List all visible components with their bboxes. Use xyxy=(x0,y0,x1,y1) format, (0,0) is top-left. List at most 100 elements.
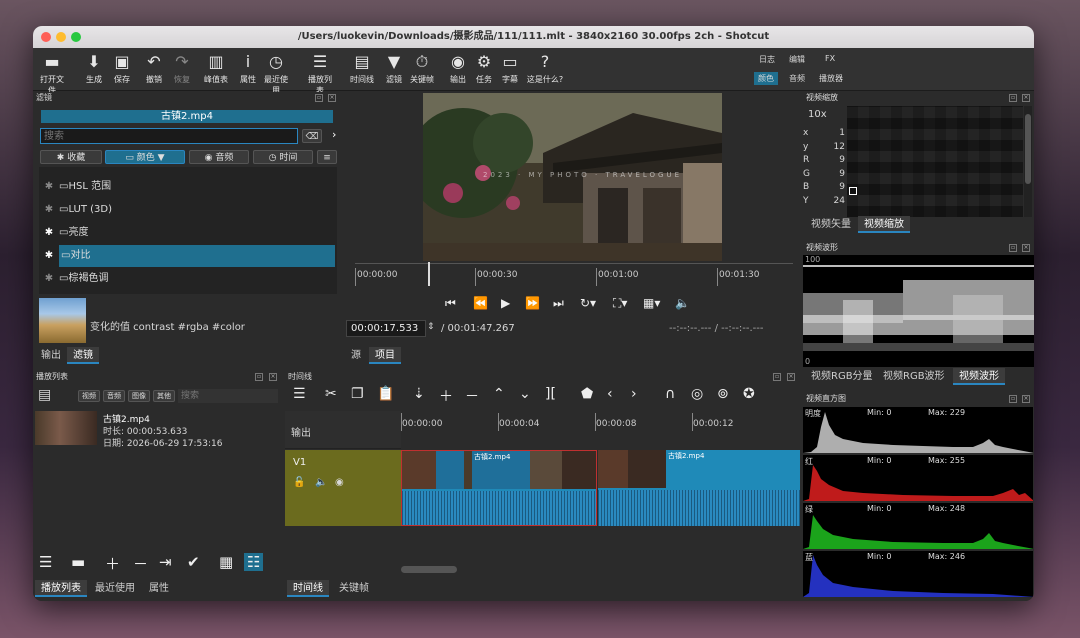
table-view-icon[interactable]: ▦ xyxy=(219,553,233,571)
tab-vectorscope[interactable]: 视频矢量 xyxy=(805,216,857,233)
filter-item-selected[interactable]: ✱ ▭对比 xyxy=(39,245,337,267)
filter-audio-button[interactable]: 音频 xyxy=(103,390,125,402)
tab-video-waveform[interactable]: 视频波形 xyxy=(953,368,1005,385)
rewind-icon[interactable]: ⏪ xyxy=(473,296,488,310)
timeline-clip-1[interactable]: 古镇2.mp4 xyxy=(401,450,597,526)
layout-fx[interactable]: FX xyxy=(825,54,835,63)
mute-icon[interactable]: 🔈 xyxy=(315,477,327,488)
player-timeline-ruler[interactable]: 00:00:00 00:00:30 00:01:00 00:01:30 xyxy=(355,262,793,289)
chevron-right-icon[interactable]: › xyxy=(332,128,336,141)
skip-next-icon[interactable]: ⏭ xyxy=(553,296,564,311)
grid-icon[interactable]: ▦▾ xyxy=(643,296,660,310)
layout-edit[interactable]: 编辑 xyxy=(789,54,805,65)
tab-output[interactable]: 输出 xyxy=(35,347,67,364)
clear-search-icon[interactable]: ⌫ xyxy=(302,129,322,143)
audio-tab[interactable]: ◉ 音频 xyxy=(189,150,249,164)
open-button[interactable]: ▬ 打开文件 xyxy=(37,52,67,96)
position-spinner-icon[interactable]: ⇕ xyxy=(427,322,435,332)
timeline-scrollbar[interactable] xyxy=(401,566,800,574)
props-button[interactable]: i 属性 xyxy=(233,52,263,85)
help-button[interactable]: ? 这是什么? xyxy=(523,52,567,85)
eye-icon[interactable]: ◉ xyxy=(335,477,344,488)
v1-track-header[interactable]: V1 🔓 🔈 ◉ xyxy=(285,450,401,526)
split-icon[interactable]: ][ xyxy=(545,386,556,402)
tab-rgb-waveform[interactable]: 视频RGB波形 xyxy=(877,368,951,385)
remove-icon[interactable]: － xyxy=(465,386,479,406)
open-folder-icon[interactable]: ▬ xyxy=(71,553,85,571)
filter-item[interactable]: ✱ ▭HSL 范围 xyxy=(39,176,337,198)
favorites-tab[interactable]: ✱ 收藏 xyxy=(40,150,102,164)
zoom-window-button[interactable] xyxy=(71,32,81,42)
next-marker-icon[interactable]: › xyxy=(631,386,637,402)
tab-video-zoom[interactable]: 视频缩放 xyxy=(858,216,910,233)
close-icon[interactable]: × xyxy=(1022,395,1030,403)
star-icon[interactable]: ✱ xyxy=(39,268,59,290)
close-icon[interactable]: × xyxy=(1022,244,1030,252)
close-icon[interactable]: × xyxy=(1022,94,1030,102)
close-icon[interactable]: × xyxy=(787,373,795,381)
video-tab[interactable]: ▭ 颜色 ▼ xyxy=(105,150,185,164)
float-icon[interactable]: ▫ xyxy=(1009,395,1017,403)
fast-forward-icon[interactable]: ⏩ xyxy=(525,296,540,310)
append-icon[interactable]: ⇣ xyxy=(413,386,425,402)
tab-timeline[interactable]: 时间线 xyxy=(287,580,329,597)
playlist-search-input[interactable] xyxy=(178,389,278,403)
more-icon[interactable]: ≡ xyxy=(317,150,337,164)
peak-button[interactable]: ▥ 峰值表 xyxy=(201,52,231,85)
marker-icon[interactable]: ⬟ xyxy=(581,386,593,402)
time-tab[interactable]: ◷ 时间 xyxy=(253,150,313,164)
play-icon[interactable]: ▶ xyxy=(501,296,510,310)
volume-icon[interactable]: 🔈 xyxy=(675,296,690,310)
insert-icon[interactable]: ⇥ xyxy=(159,553,172,571)
filters-button[interactable]: ▼ 滤镜 xyxy=(379,52,409,85)
paste-icon[interactable]: 📋 xyxy=(377,386,394,402)
zoom-view[interactable] xyxy=(847,106,1023,217)
filter-image-button[interactable]: 图像 xyxy=(128,390,150,402)
scrub-icon[interactable]: ◎ xyxy=(691,386,703,402)
timeline-clip-2[interactable]: 古镇2.mp4 xyxy=(598,450,800,526)
save-button[interactable]: ▣ 保存 xyxy=(107,52,137,85)
position-timecode[interactable]: 00:00:17.533 xyxy=(346,320,426,337)
output-track-header[interactable]: 输出 xyxy=(285,411,401,449)
float-icon[interactable]: ▫ xyxy=(1009,244,1017,252)
video-frame[interactable]: 2023 · MY PHOTO · TRAVELOGUE xyxy=(423,93,722,261)
filter-list[interactable]: ✱ ▭HSL 范围 ✱ ▭LUT (3D) ✱ ▭亮度 ✱ ▭对比 ✱ ▭棕褐色调 xyxy=(39,167,337,294)
snap-icon[interactable]: ∩ xyxy=(665,386,675,402)
tab-filters[interactable]: 滤镜 xyxy=(67,347,99,364)
add-icon[interactable]: ＋ xyxy=(105,553,120,574)
close-icon[interactable]: × xyxy=(269,373,277,381)
skip-previous-icon[interactable]: ⏮ xyxy=(445,296,456,311)
filter-video-button[interactable]: 视频 xyxy=(78,390,100,402)
export-button[interactable]: ⬇ 生成 xyxy=(79,52,109,85)
timeline-ruler[interactable]: 00:00:00 00:00:04 00:00:08 00:00:12 xyxy=(401,411,800,449)
star-icon[interactable]: ✱ xyxy=(39,222,59,244)
tab-rgb-parade[interactable]: 视频RGB分量 xyxy=(805,368,879,385)
tab-source[interactable]: 源 xyxy=(345,347,367,364)
float-icon[interactable]: ▫ xyxy=(773,373,781,381)
remove-icon[interactable]: － xyxy=(133,553,148,574)
star-icon[interactable]: ✱ xyxy=(39,245,59,267)
filter-item[interactable]: ✱ ▭LUT (3D) xyxy=(39,199,337,221)
menu-icon[interactable]: ☰ xyxy=(39,553,52,571)
add-icon[interactable]: ＋ xyxy=(439,386,453,406)
zoom-level[interactable]: 10x xyxy=(808,109,827,120)
cut-icon[interactable]: ✂ xyxy=(325,386,337,402)
layout-log[interactable]: 日志 xyxy=(759,54,775,65)
overwrite-icon[interactable]: ⌄ xyxy=(519,386,531,402)
star-icon[interactable]: ✱ xyxy=(39,199,59,221)
undo-button[interactable]: ↶ 撤销 xyxy=(139,52,169,85)
filter-item[interactable]: ✱ ▭棕褐色调 xyxy=(39,268,337,290)
timeline-menu-icon[interactable]: ☰ xyxy=(293,386,306,402)
ripple-icon[interactable]: ⊚ xyxy=(717,386,729,402)
float-icon[interactable]: ▫ xyxy=(315,94,323,102)
tab-keyframes[interactable]: 关键帧 xyxy=(333,580,375,597)
filter-item[interactable]: ✱ ▭亮度 xyxy=(39,222,337,244)
tab-properties[interactable]: 属性 xyxy=(143,580,175,597)
close-icon[interactable]: × xyxy=(328,94,336,102)
subtitles-button[interactable]: ▭ 字幕 xyxy=(495,52,525,85)
timeline-button[interactable]: ▤ 时间线 xyxy=(347,52,377,85)
playlist-item[interactable]: 古镇2.mp4 时长: 00:00:53.633 日期: 2026-06-29 … xyxy=(35,411,281,451)
filter-other-button[interactable]: 其他 xyxy=(153,390,175,402)
tab-project[interactable]: 项目 xyxy=(369,347,401,364)
playhead[interactable] xyxy=(428,262,430,286)
